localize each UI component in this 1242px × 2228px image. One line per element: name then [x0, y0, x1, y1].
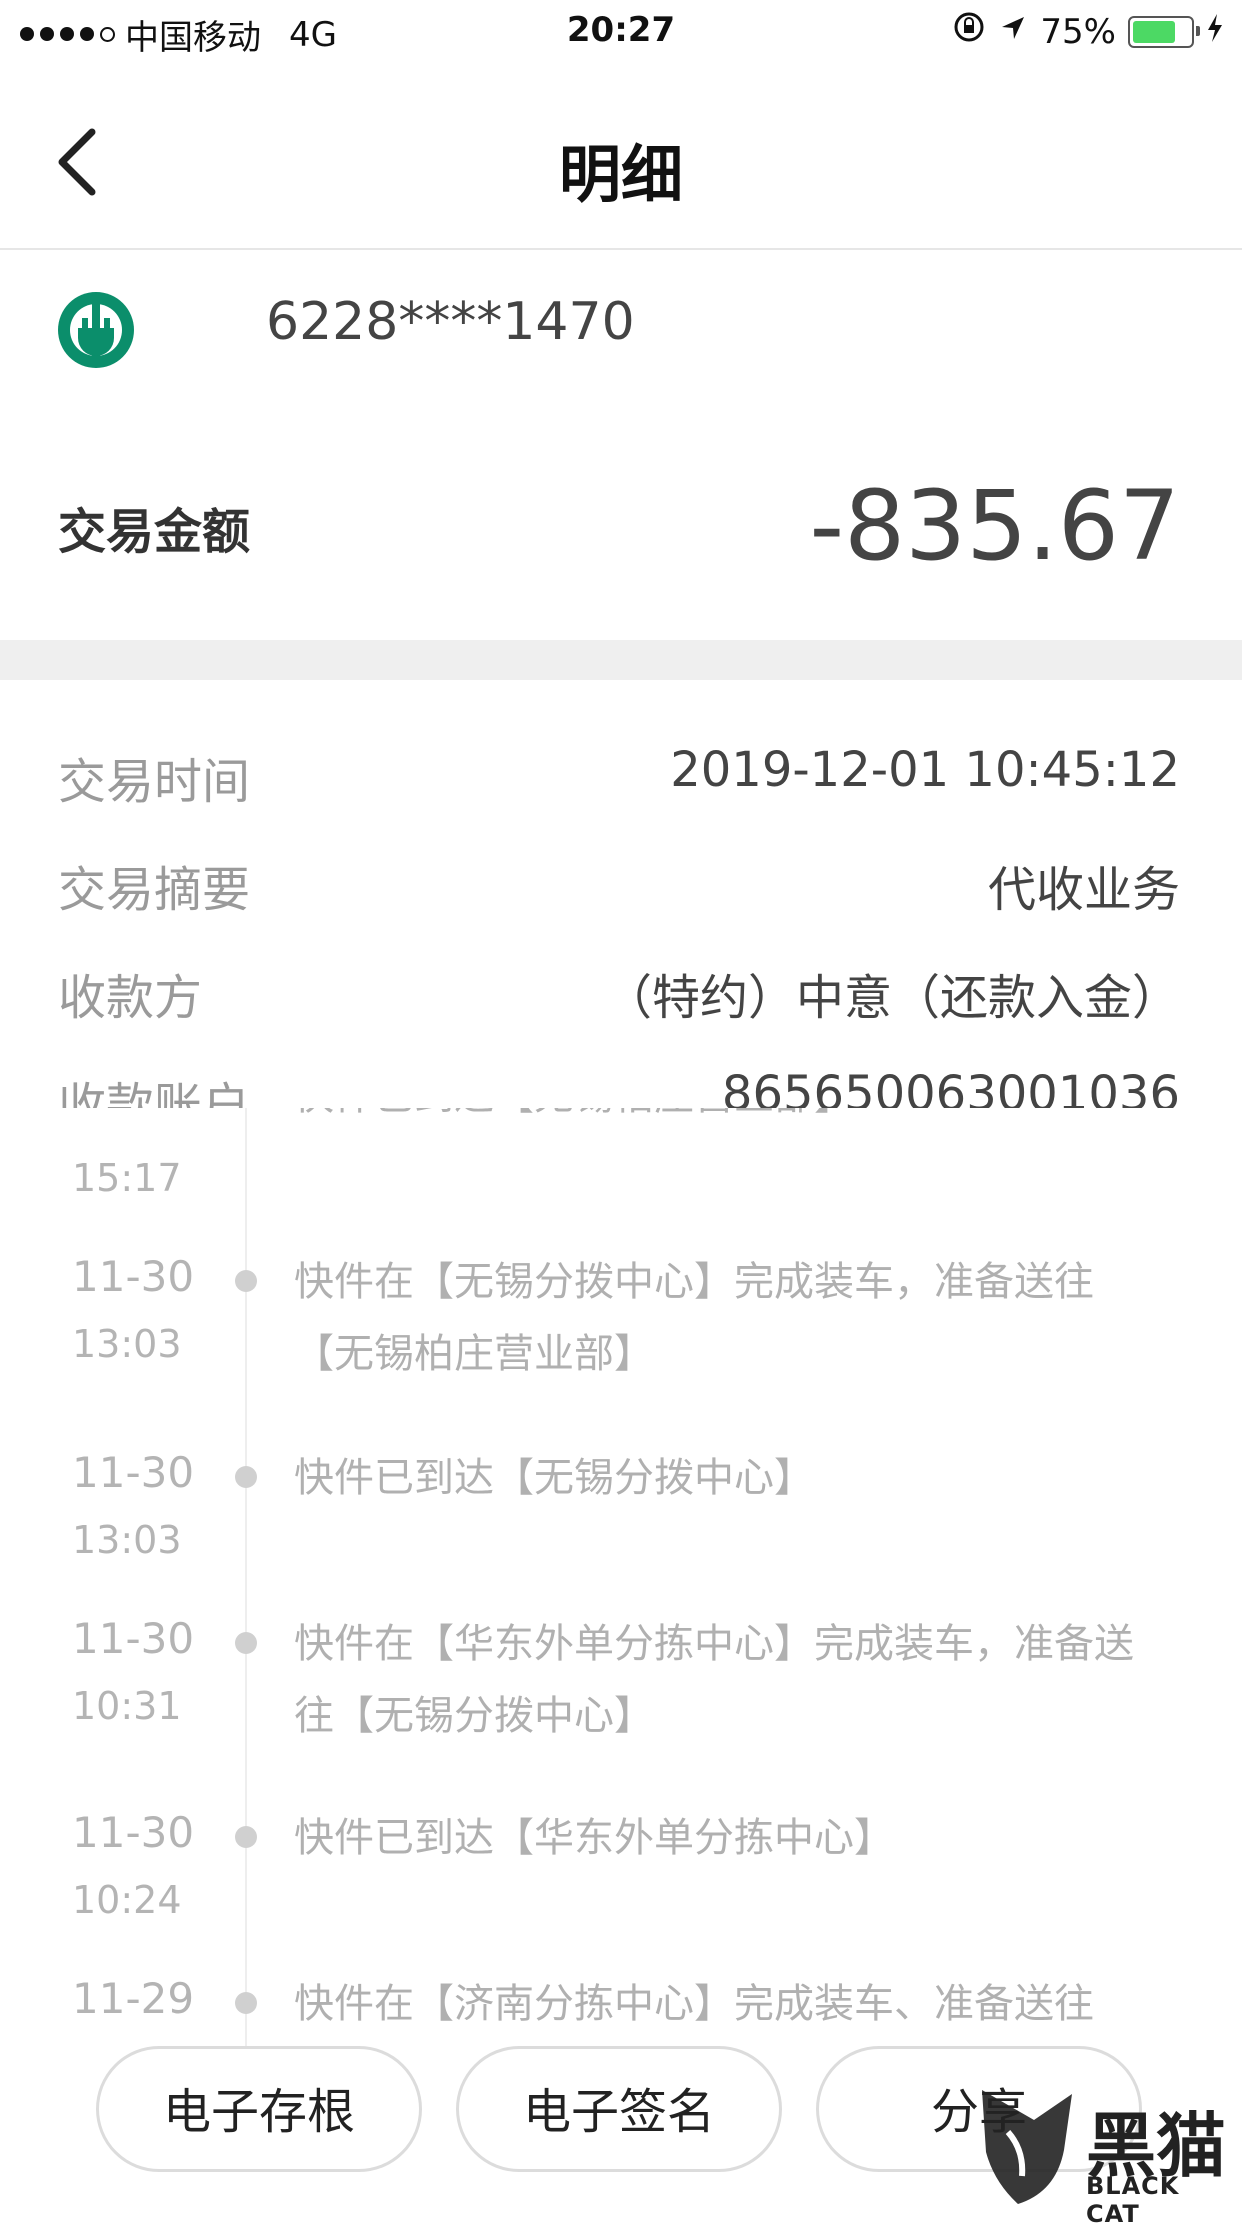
- logistics-timeline: 11-30 快件已到达【无锡柏庄营业部】 15:17 11-30 快件在【无锡分…: [0, 1108, 1242, 2048]
- e-signature-button[interactable]: 电子签名: [456, 2046, 782, 2172]
- timeline-date: 11-30: [72, 1614, 195, 1663]
- timeline-date: 11-30: [72, 1448, 195, 1497]
- card-number: 6228****1470: [266, 292, 635, 352]
- detail-value-payee: （特约）中意（还款入金）: [603, 970, 1180, 1026]
- timeline-time: 13:03: [72, 1518, 182, 1562]
- location-arrow-icon: [998, 12, 1028, 52]
- timeline-text: 快件已到达【华东外单分拣中心】: [294, 1815, 894, 1861]
- timeline-date: 11-30: [72, 1252, 195, 1301]
- timeline-time: 15:17: [72, 1156, 182, 1200]
- amount-value: -835.67: [809, 470, 1180, 582]
- timeline-time: 10:31: [72, 1684, 182, 1728]
- detail-label-summary: 交易摘要: [58, 862, 251, 918]
- timeline-dot: [235, 1466, 257, 1488]
- card-info: 6228****1470: [56, 290, 635, 370]
- timeline-dot: [235, 1826, 257, 1848]
- timeline-line: [245, 1108, 247, 2048]
- timeline-text: 快件已到达【无锡分拨中心】: [294, 1455, 814, 1501]
- status-icons: 75%: [952, 10, 1224, 53]
- timeline-date: 11-30: [72, 1108, 194, 1117]
- timeline-date: 11-30: [72, 1808, 195, 1857]
- amount-label: 交易金额: [58, 504, 251, 560]
- timeline-time: 13:03: [72, 1322, 182, 1366]
- nav-bar: 明细: [0, 62, 1242, 250]
- status-bar: 中国移动 4G 20:27 75%: [0, 0, 1242, 62]
- timeline-dot: [235, 1632, 257, 1654]
- timeline-dot: [235, 1270, 257, 1292]
- e-receipt-button[interactable]: 电子存根: [96, 2046, 422, 2172]
- timeline-text: 快件在【济南分拣中心】完成装车、准备送往: [294, 1981, 1094, 2027]
- detail-label-time: 交易时间: [58, 754, 251, 810]
- rotation-lock-icon: [952, 10, 986, 53]
- battery-icon: [1128, 15, 1200, 48]
- section-divider: [0, 640, 1242, 680]
- timeline-time: 10:24: [72, 1878, 182, 1922]
- charging-bolt-icon: [1206, 12, 1224, 52]
- timeline-text: 快件在【华东外单分拣中心】完成装车，准备送往【无锡分拨中心】: [294, 1621, 1134, 1739]
- timeline-text: 快件已到达【无锡柏庄营业部】: [294, 1108, 1134, 1132]
- page-title: 明细: [558, 138, 683, 211]
- timeline-dot: [235, 1992, 257, 2014]
- timeline-text: 快件在【无锡分拨中心】完成装车，准备送往【无锡柏庄营业部】: [294, 1259, 1094, 1377]
- detail-label-payee: 收款方: [58, 970, 203, 1026]
- detail-value-time: 2019-12-01 10:45:12: [670, 742, 1180, 798]
- watermark-subtext: BLACK CAT: [1086, 2172, 1180, 2228]
- battery-percent: 75%: [1040, 11, 1116, 52]
- bank-logo-icon: [58, 292, 134, 368]
- detail-value-summary: 代收业务: [987, 862, 1180, 918]
- timeline-date: 11-29: [72, 1974, 195, 2023]
